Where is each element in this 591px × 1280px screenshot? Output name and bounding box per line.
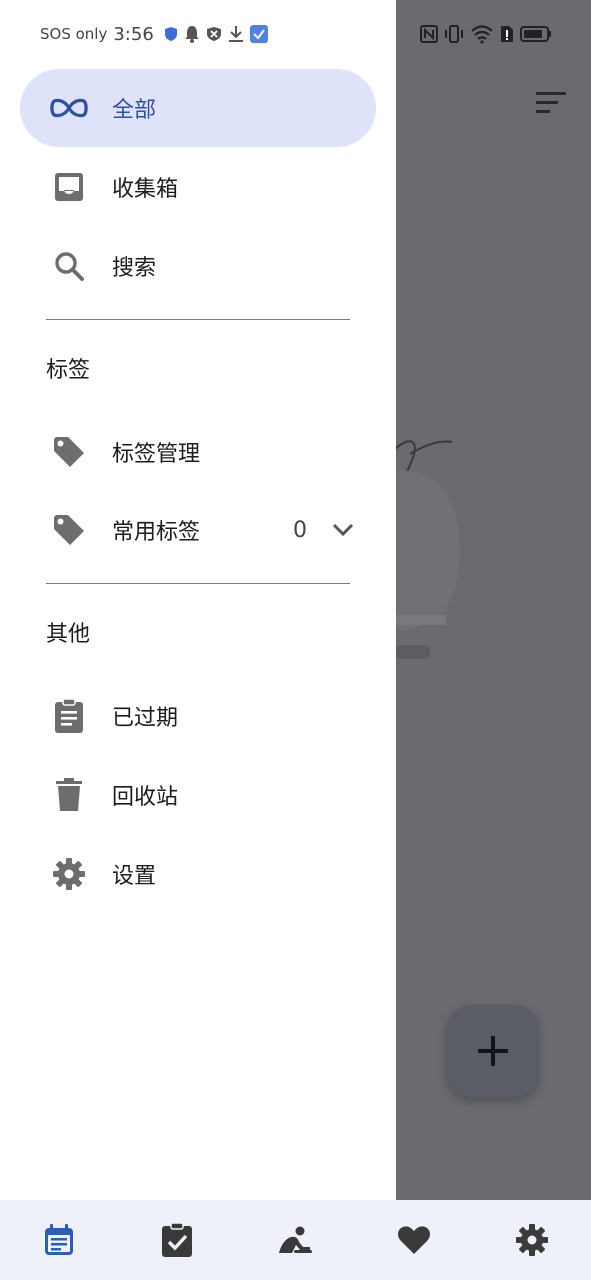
vpn-shield-icon	[206, 27, 221, 41]
drawer-item-inbox[interactable]: 收集箱	[20, 148, 376, 226]
drawer-item-settings[interactable]: 设置	[20, 835, 376, 913]
drawer-item-label: 收集箱	[112, 177, 179, 202]
navigation-drawer: 全部 收集箱 搜索 标签 标签管理 常用标签 0 其他 已过期 回收站 设置	[0, 0, 396, 1200]
drawer-item-label: 全部	[112, 98, 157, 123]
heart-icon	[397, 1226, 430, 1254]
drawer-item-label: 常用标签	[112, 520, 201, 545]
meditation-icon	[279, 1226, 313, 1253]
tag-count: 0	[293, 517, 307, 543]
sim-alert-icon	[501, 26, 513, 42]
drawer-item-label: 已过期	[112, 706, 179, 731]
section-title-other: 其他	[46, 622, 91, 647]
drawer-item-label: 搜索	[112, 256, 157, 281]
chevron-down-icon[interactable]	[330, 517, 356, 543]
drawer-item-search[interactable]: 搜索	[20, 227, 376, 305]
infinity-icon	[50, 89, 88, 127]
wifi-icon	[471, 25, 493, 44]
drawer-divider	[46, 319, 350, 320]
bottom-nav-favorites[interactable]	[355, 1200, 473, 1280]
bottom-navigation	[0, 1200, 591, 1280]
drawer-item-tag-management[interactable]: 标签管理	[20, 413, 376, 491]
add-fab-button[interactable]	[447, 1005, 539, 1097]
section-title-tags: 标签	[46, 358, 91, 383]
shield-icon	[164, 27, 177, 41]
app-notification-icon	[249, 25, 268, 43]
plus-icon	[478, 1036, 508, 1066]
download-icon	[228, 26, 243, 42]
drawer-divider	[46, 583, 350, 584]
bottom-nav-calendar[interactable]	[0, 1200, 118, 1280]
bottom-nav-settings[interactable]	[473, 1200, 591, 1280]
drawer-item-expired[interactable]: 已过期	[20, 677, 376, 755]
sort-icon[interactable]	[534, 90, 568, 116]
clipboard-icon	[50, 697, 88, 735]
search-icon	[50, 247, 88, 285]
status-bar: SOS only 3:56	[0, 0, 591, 66]
drawer-item-label: 设置	[112, 864, 157, 889]
empty-state-illustration	[393, 440, 460, 659]
calendar-icon	[45, 1224, 74, 1255]
tag-icon	[50, 511, 88, 549]
battery-icon	[520, 26, 551, 42]
tag-icon	[50, 433, 88, 471]
inbox-icon	[50, 168, 88, 206]
drawer-item-trash[interactable]: 回收站	[20, 756, 376, 834]
nfc-icon	[420, 25, 438, 43]
bell-icon	[184, 26, 199, 43]
trash-icon	[50, 776, 88, 814]
gear-icon	[50, 855, 88, 893]
clipboard-check-icon	[162, 1222, 193, 1257]
clock-text: 3:56	[113, 23, 154, 45]
bottom-nav-meditation[interactable]	[236, 1200, 354, 1280]
carrier-text: SOS only	[40, 25, 108, 43]
drawer-item-label: 标签管理	[112, 442, 201, 467]
vibrate-icon	[445, 25, 463, 43]
drawer-item-all[interactable]: 全部	[20, 69, 376, 147]
drawer-item-label: 回收站	[112, 785, 179, 810]
bottom-nav-tasks[interactable]	[118, 1200, 236, 1280]
gear-icon	[515, 1224, 548, 1256]
drawer-item-common-tags[interactable]: 常用标签 0	[20, 491, 376, 569]
